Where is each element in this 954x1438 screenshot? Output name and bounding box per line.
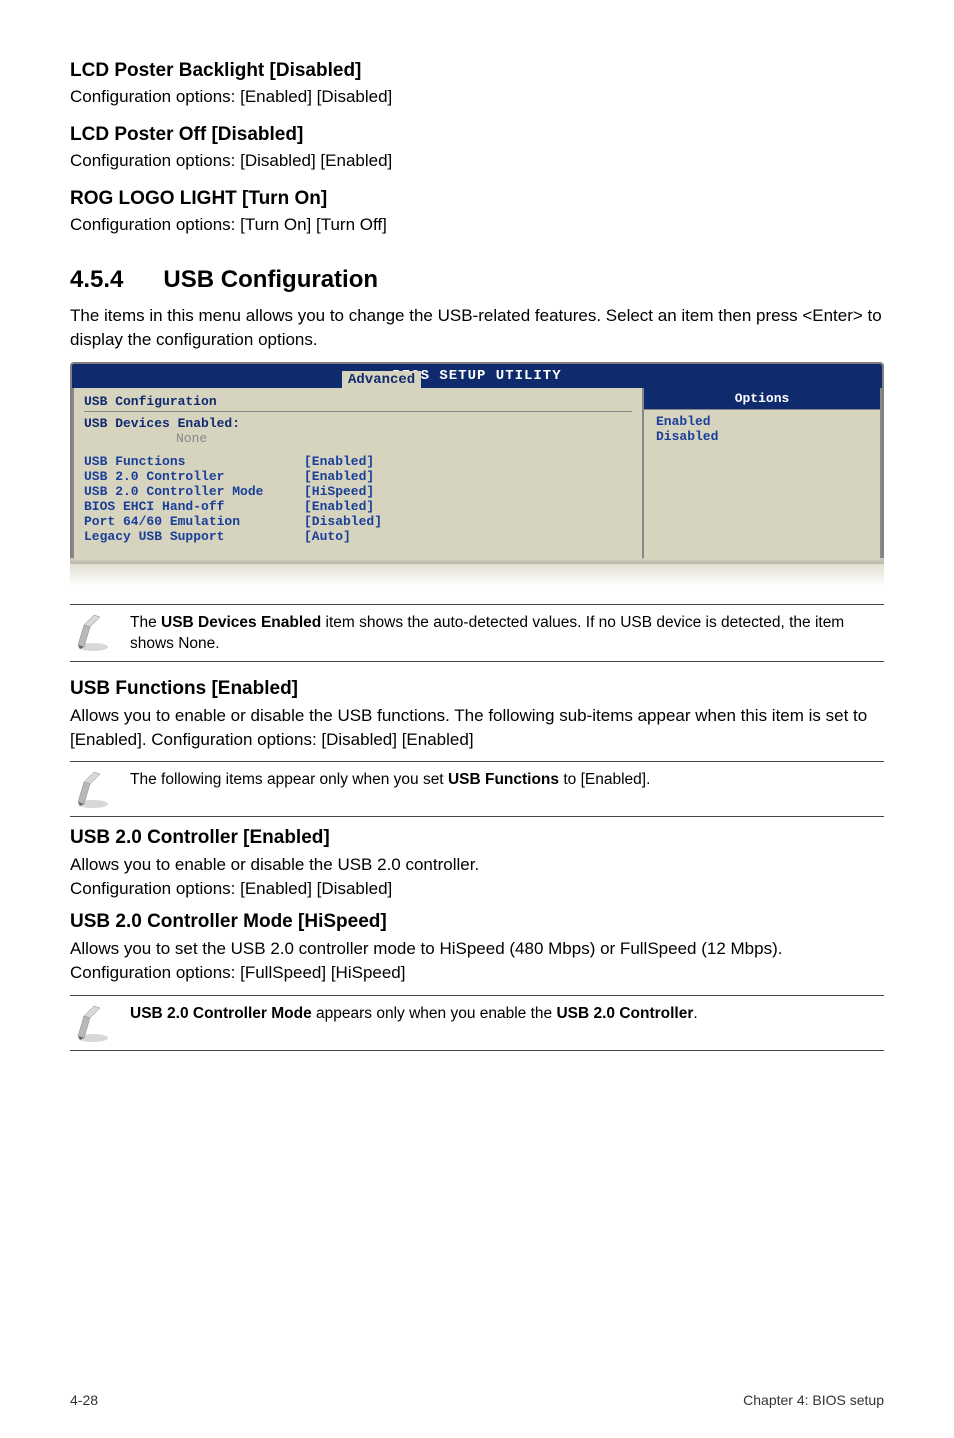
bios-tab-advanced: Advanced [342,371,421,389]
pencil-note-icon [70,768,116,810]
usb-functions-body: Allows you to enable or disable the USB … [70,704,884,752]
bios-options-header: Options [644,388,880,410]
note-text: The USB Devices Enabled item shows the a… [130,611,884,655]
usb20-mode-body: Allows you to set the USB 2.0 controller… [70,937,884,985]
bios-screenshot: BIOS SETUP UTILITY Advanced USB Configur… [70,362,884,586]
rog-logo-body: Configuration options: [Turn On] [Turn O… [70,214,884,236]
usb20-mode-title: USB 2.0 Controller Mode [HiSpeed] [70,911,884,933]
note-text: USB 2.0 Controller Mode appears only whe… [130,1002,698,1025]
lcd-backlight-body: Configuration options: [Enabled] [Disabl… [70,86,884,108]
note-usb20-mode: USB 2.0 Controller Mode appears only whe… [70,995,884,1051]
bios-header-bar: BIOS SETUP UTILITY Advanced [72,364,882,388]
bios-right-panel: Options Enabled Disabled [644,388,882,562]
usb20-controller-title: USB 2.0 Controller [Enabled] [70,827,884,849]
page-footer: 4-28 Chapter 4: BIOS setup [70,1372,884,1408]
pencil-note-icon [70,1002,116,1044]
lcd-poster-off-title: LCD Poster Off [Disabled] [70,124,884,146]
major-number: 4.5.4 [70,266,123,294]
bios-option: Enabled [656,414,868,429]
rog-logo-title: ROG LOGO LIGHT [Turn On] [70,188,884,210]
footer-chapter: Chapter 4: BIOS setup [743,1392,884,1408]
bios-row: USB 2.0 Controller Mode[HiSpeed] [84,484,632,499]
pencil-note-icon [70,611,116,653]
lcd-poster-off-body: Configuration options: [Disabled] [Enabl… [70,150,884,172]
usb-functions-title: USB Functions [Enabled] [70,678,884,700]
bios-config-header: USB Configuration [84,394,632,412]
footer-page-number: 4-28 [70,1392,98,1408]
major-title: USB Configuration [163,266,378,293]
note-usb-functions: The following items appear only when you… [70,761,884,817]
usb20-controller-body: Allows you to enable or disable the USB … [70,853,884,901]
bios-row: USB 2.0 Controller[Enabled] [84,469,632,484]
lcd-backlight-title: LCD Poster Backlight [Disabled] [70,60,884,82]
bios-option: Disabled [656,429,868,444]
bios-left-panel: USB Configuration USB Devices Enabled: N… [72,388,644,562]
bios-row: USB Functions[Enabled] [84,454,632,469]
bios-devices-label: USB Devices Enabled: [84,416,632,431]
note-usb-devices: The USB Devices Enabled item shows the a… [70,604,884,662]
bios-row: BIOS EHCI Hand-off[Enabled] [84,499,632,514]
bios-row: Port 64/60 Emulation[Disabled] [84,514,632,529]
bios-devices-value: None [176,431,632,446]
major-heading: 4.5.4 USB Configuration [70,266,884,294]
major-body: The items in this menu allows you to cha… [70,304,884,352]
bios-row: Legacy USB Support[Auto] [84,529,632,544]
note-text: The following items appear only when you… [130,768,650,791]
